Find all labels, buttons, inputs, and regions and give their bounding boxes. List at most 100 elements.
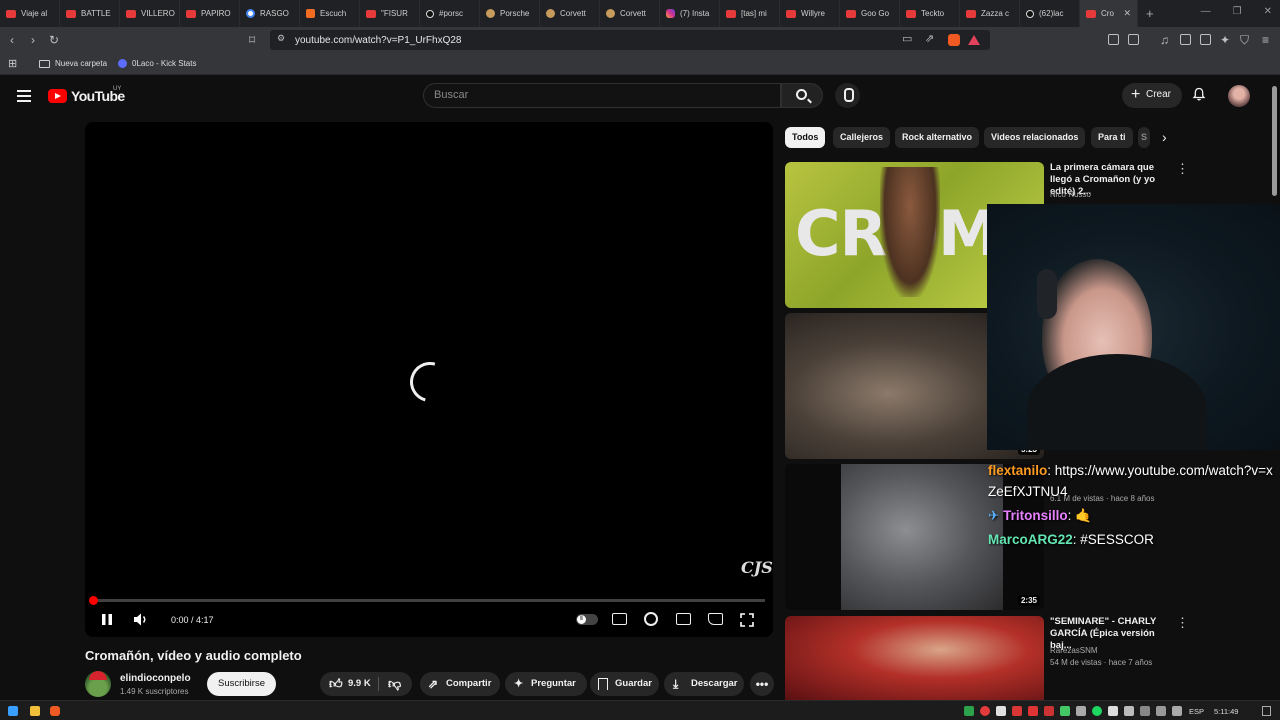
- download-button[interactable]: ⤓ Descargar: [664, 672, 744, 696]
- spotify-icon[interactable]: [1092, 706, 1102, 716]
- voice-search-icon[interactable]: [835, 83, 860, 108]
- brave-rewards-icon[interactable]: [968, 35, 980, 45]
- thumbs-down-icon[interactable]: 👎︎: [388, 672, 401, 696]
- browser-tab[interactable]: BATTLE: [60, 0, 120, 27]
- save-button[interactable]: Guardar: [590, 672, 659, 696]
- chip-rock-alternativo[interactable]: Rock alternativo: [895, 127, 980, 148]
- browser-tab[interactable]: Corvett: [540, 0, 600, 27]
- create-button[interactable]: + Crear: [1122, 83, 1182, 108]
- brave-shield-icon[interactable]: [948, 34, 960, 46]
- chip-callejeros[interactable]: Callejeros: [833, 127, 891, 148]
- related-more-icon[interactable]: ⋮: [1176, 615, 1189, 631]
- hamburger-menu-icon[interactable]: [17, 90, 31, 105]
- back-icon[interactable]: ‹: [10, 33, 14, 47]
- subscribe-button[interactable]: Suscribirse: [207, 672, 276, 696]
- new-tab-button[interactable]: +: [1146, 6, 1154, 21]
- browser-tab[interactable]: Viaje al: [0, 0, 60, 27]
- settings-gear-icon[interactable]: [644, 612, 658, 626]
- related-thumbnail[interactable]: [785, 616, 1044, 700]
- browser-tab[interactable]: Zazza c: [960, 0, 1020, 27]
- browser-tab[interactable]: Teckto: [900, 0, 960, 27]
- volume-icon[interactable]: [133, 612, 149, 627]
- related-more-icon[interactable]: ⋮: [1176, 161, 1189, 177]
- language-indicator[interactable]: ESP: [1189, 707, 1204, 716]
- close-tab-icon[interactable]: ✕: [1123, 8, 1131, 19]
- browser-tab[interactable]: PAPIRO: [180, 0, 240, 27]
- bookmark-item[interactable]: Nueva carpeta: [39, 59, 107, 68]
- user-avatar[interactable]: [1228, 85, 1250, 107]
- minimize-icon[interactable]: —: [1201, 6, 1211, 17]
- tray-icon[interactable]: [1108, 706, 1118, 716]
- system-clock[interactable]: 5:11:49: [1214, 707, 1238, 716]
- browser-tab[interactable]: Corvett: [600, 0, 660, 27]
- share-button[interactable]: ⇗ Compartir: [420, 672, 500, 696]
- pause-icon[interactable]: [101, 613, 113, 626]
- browser-tab[interactable]: Goo Go: [840, 0, 900, 27]
- progress-bar[interactable]: [93, 599, 765, 602]
- wifi-icon[interactable]: [1140, 706, 1150, 716]
- ask-button[interactable]: ✦ Preguntar: [505, 672, 587, 696]
- like-count[interactable]: 9.9 K: [348, 672, 371, 696]
- tray-icon[interactable]: [1044, 706, 1054, 716]
- bookmark-icon[interactable]: ⌑: [249, 33, 255, 47]
- notifications-tray-icon[interactable]: [1262, 706, 1271, 716]
- extensions-icon[interactable]: [1108, 34, 1119, 45]
- tab-search-icon[interactable]: [1128, 34, 1139, 45]
- browser-tab[interactable]: Escuch: [300, 0, 360, 27]
- tray-icon[interactable]: [1124, 706, 1134, 716]
- cast-icon[interactable]: [708, 613, 723, 625]
- leo-ai-icon[interactable]: ✦: [1220, 33, 1230, 47]
- video-player[interactable]: CJS 0:00 / 4:17 Ⅱ: [85, 122, 773, 637]
- vpn-shield-icon[interactable]: ⛉: [1240, 33, 1249, 48]
- site-info-icon[interactable]: ⚙: [277, 33, 285, 44]
- start-menu-icon[interactable]: [8, 706, 18, 716]
- browser-tab[interactable]: Porsche: [480, 0, 540, 27]
- tray-icon[interactable]: [1028, 706, 1038, 716]
- related-channel[interactable]: Nico Russo: [1050, 190, 1091, 199]
- battery-icon[interactable]: [1172, 706, 1182, 716]
- channel-name[interactable]: elindioconpelo: [120, 673, 191, 684]
- tray-icon[interactable]: [1060, 706, 1070, 716]
- chip-partial[interactable]: S: [1138, 127, 1150, 148]
- more-actions-icon[interactable]: •••: [750, 672, 774, 696]
- volume-tray-icon[interactable]: [1156, 706, 1166, 716]
- menu-icon[interactable]: ≡: [1262, 33, 1269, 47]
- browser-tab[interactable]: VILLERO: [120, 0, 180, 27]
- browser-tab-active[interactable]: Cro ✕: [1080, 0, 1138, 27]
- brave-browser-icon[interactable]: [50, 706, 60, 716]
- reload-icon[interactable]: ↻: [49, 33, 59, 47]
- related-channel[interactable]: RarezasSNM: [1050, 646, 1098, 655]
- tray-icon[interactable]: [980, 706, 990, 716]
- browser-tab[interactable]: Willyre: [780, 0, 840, 27]
- close-window-icon[interactable]: ✕: [1264, 6, 1272, 17]
- bookmark-item[interactable]: 0Laco - Kick Stats: [118, 59, 196, 68]
- channel-avatar[interactable]: [85, 671, 111, 697]
- file-explorer-icon[interactable]: [30, 706, 40, 716]
- address-bar[interactable]: ⚙ youtube.com/watch?v=P1_UrFhxQ28 ▭ ⇗: [270, 30, 990, 50]
- subtitles-icon[interactable]: [612, 613, 627, 625]
- page-scrollbar[interactable]: [1272, 86, 1277, 196]
- media-icon[interactable]: ♫: [1160, 33, 1169, 47]
- tray-icon[interactable]: [1012, 706, 1022, 716]
- search-button[interactable]: [781, 83, 823, 108]
- chevron-right-icon[interactable]: ›: [1162, 129, 1167, 145]
- tray-icon[interactable]: [964, 706, 974, 716]
- browser-tab[interactable]: RASGO: [240, 0, 300, 27]
- thumbs-up-icon[interactable]: 👍︎: [329, 672, 343, 696]
- sidebar-icon[interactable]: [1180, 34, 1191, 45]
- miniplayer-icon[interactable]: [676, 613, 691, 625]
- progress-scrubber[interactable]: [89, 596, 98, 605]
- fullscreen-icon[interactable]: [740, 613, 754, 627]
- tray-icon[interactable]: [1076, 706, 1086, 716]
- browser-tab[interactable]: [tas] mi: [720, 0, 780, 27]
- wallet-icon[interactable]: [1200, 34, 1211, 45]
- browser-tab[interactable]: "FISUR: [360, 0, 420, 27]
- tray-icon[interactable]: [996, 706, 1006, 716]
- chip-videos-relacionados[interactable]: Videos relacionados: [984, 127, 1086, 148]
- browser-tab[interactable]: (62)lac: [1020, 0, 1080, 27]
- share-page-icon[interactable]: ⇗: [925, 32, 934, 45]
- browser-tab[interactable]: (7) Insta: [660, 0, 720, 27]
- autoplay-toggle[interactable]: Ⅱ: [576, 614, 598, 625]
- notifications-bell-icon[interactable]: [1192, 87, 1206, 101]
- apps-grid-icon[interactable]: ⊞: [8, 57, 17, 70]
